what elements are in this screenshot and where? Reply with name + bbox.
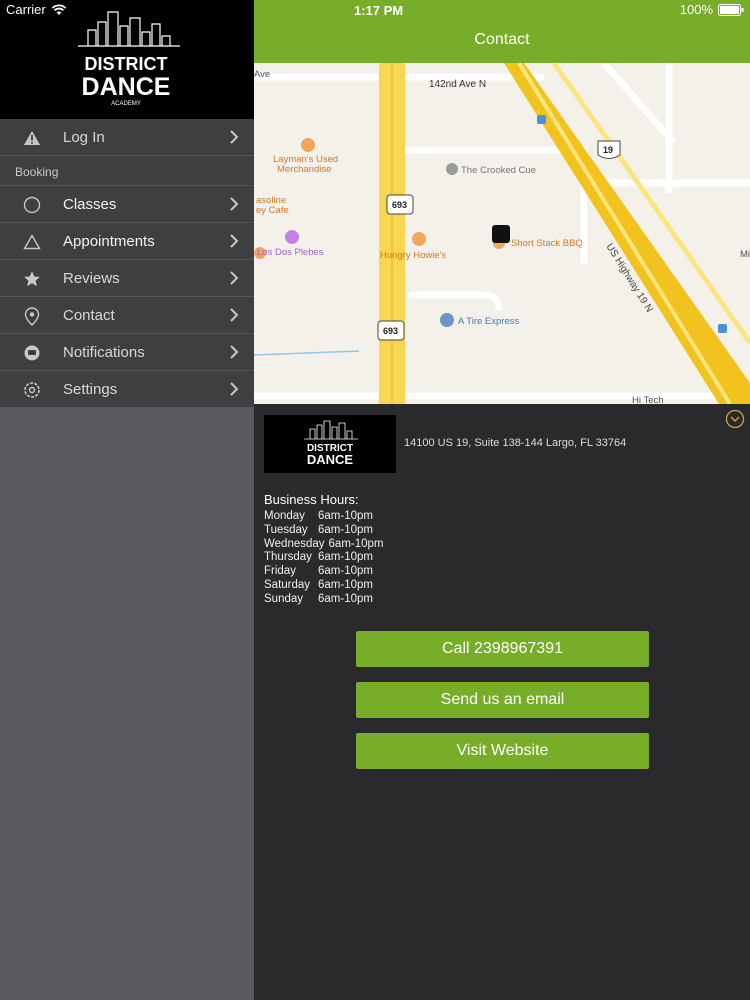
section-label: Booking [0, 156, 254, 186]
sidebar-item-classes[interactable]: Classes [0, 186, 254, 223]
sidebar-item-label: Log In [63, 129, 105, 146]
brand-logo: DISTRICT DANCE ACADEMY [78, 11, 180, 107]
hours-time: 6am-10pm [318, 578, 373, 591]
sidebar-item-label: Appointments [63, 233, 155, 250]
chevron-right-icon [230, 130, 239, 144]
map-label-layman-2: Merchandise [277, 164, 331, 175]
map-view[interactable]: Ave 142nd Ave N Layman's Used Merchandis… [254, 63, 750, 404]
address-text: 14100 US 19, Suite 138-144 Largo, FL 337… [404, 437, 627, 449]
hours-day: Tuesday [264, 523, 308, 536]
hours-row: Monday 6am-10pm [264, 510, 384, 524]
map-label-gas-2: ey Cafe [256, 205, 289, 216]
collapse-chevron-icon[interactable] [725, 409, 745, 429]
sidebar-item-label: Settings [63, 381, 118, 398]
status-bar-right: 100% [680, 2, 744, 17]
hours-list: Monday 6am-10pm Tuesday 6am-10pm Wednesday… [264, 510, 384, 607]
website-button[interactable]: Visit Website [356, 733, 649, 769]
sidebar-item-login[interactable]: Log In [0, 119, 254, 156]
hours-row: Tuesday 6am-10pm [264, 524, 384, 538]
hours-day: Wednesday [264, 537, 325, 550]
brand-line2: DANCE [82, 73, 171, 101]
map-label-hungry-howies: Hungry Howie's [380, 250, 446, 261]
chevron-right-icon [230, 271, 239, 285]
map-label-hi-tech: Hi Tech [632, 395, 664, 404]
hours-day: Saturday [264, 578, 311, 591]
circle-icon [22, 195, 42, 215]
triangle-icon [22, 232, 42, 252]
hours-row: Saturday 6am-10pm [264, 579, 384, 593]
brand-line3: ACADEMY [111, 101, 141, 107]
hours-title: Business Hours: [264, 492, 359, 507]
status-time: 1:17 PM [354, 3, 404, 18]
navigation-bar: 1:17 PM 100% Contact [254, 0, 750, 63]
map-label-los-dos-plebes: Los Dos Plebes [257, 247, 324, 258]
map-label-142nd: 142nd Ave N [429, 79, 486, 90]
sidebar-item-label: Contact [63, 307, 115, 324]
sidebar-item-settings[interactable]: Settings [0, 371, 254, 408]
hours-row: Wednesday 6am-10pm [264, 538, 384, 552]
map-label-tire-express: A Tire Express [458, 316, 519, 327]
hours-time: 6am-10pm [318, 510, 373, 522]
hours-row: Sunday 6am-10pm [264, 593, 384, 607]
map-label-ave: Ave [254, 69, 270, 80]
sidebar-item-appointments[interactable]: Appointments [0, 223, 254, 260]
hours-day: Sunday [264, 592, 304, 605]
chevron-right-icon [230, 197, 239, 211]
map-shield-693-b: 693 [383, 326, 398, 336]
sidebar-item-contact[interactable]: Contact [0, 297, 254, 334]
hours-time: 6am-10pm [318, 551, 373, 564]
logo-area: Carrier DISTRICT DANCE ACADEMY [0, 0, 254, 119]
chevron-right-icon [230, 382, 239, 396]
call-button[interactable]: Call 2398967391 [356, 631, 649, 667]
brand-thumbnail: DISTRICT DANCE [264, 415, 396, 473]
brand-line1: DISTRICT [85, 54, 168, 74]
hours-row: Thursday 6am-10pm [264, 551, 384, 565]
sidebar-item-label: Notifications [63, 344, 145, 361]
hours-row: Friday 6am-10pm [264, 565, 384, 579]
warning-icon [22, 128, 42, 148]
hours-time: 6am-10pm [318, 565, 373, 578]
map-label-short-stack-bbq: Short Stack BBQ [511, 238, 583, 249]
map-shield-19: 19 [603, 145, 613, 155]
map-label-crooked-cue: The Crooked Cue [461, 165, 536, 176]
location-pin-icon [22, 306, 42, 326]
page-title: Contact [474, 31, 530, 48]
chevron-right-icon [230, 308, 239, 322]
sidebar-item-label: Reviews [63, 270, 120, 287]
chat-bubble-icon [22, 343, 42, 363]
map-shield-693-a: 693 [392, 200, 407, 210]
hours-time: 6am-10pm [328, 537, 384, 550]
battery-icon [718, 3, 744, 16]
chevron-right-icon [230, 345, 239, 359]
battery-percent: 100% [679, 2, 713, 17]
hours-day: Monday [264, 510, 305, 522]
sidebar-menu: Log In Booking Classes Appointments Revi… [0, 119, 254, 408]
hours-day: Thursday [264, 551, 312, 564]
chevron-right-icon [230, 234, 239, 248]
gear-icon [22, 380, 42, 400]
star-icon [22, 269, 42, 289]
sidebar-item-notifications[interactable]: Notifications [0, 334, 254, 371]
thumb-brand-line2: DANCE [307, 452, 354, 467]
email-button[interactable]: Send us an email [356, 682, 649, 718]
contact-info-panel: DISTRICT DANCE 14100 US 19, Suite 138-14… [254, 404, 750, 1000]
sidebar-item-reviews[interactable]: Reviews [0, 260, 254, 297]
hours-day: Friday [264, 565, 296, 578]
sidebar: Carrier DISTRICT DANCE ACADEMY Log In Bo… [0, 0, 254, 1000]
hours-time: 6am-10pm [318, 592, 373, 605]
map-label-edge: Mi [740, 249, 750, 260]
sidebar-item-label: Classes [63, 196, 117, 213]
hours-time: 6am-10pm [318, 523, 373, 536]
